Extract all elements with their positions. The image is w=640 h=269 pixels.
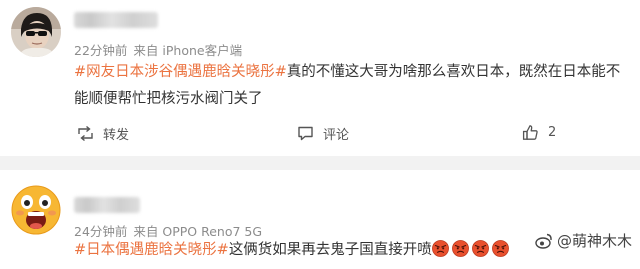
user-avatar[interactable]: [11, 185, 61, 235]
comment-icon: [298, 126, 313, 141]
comment-divider: [0, 156, 640, 170]
comment-label: 评论: [323, 128, 350, 143]
repost-icon: [78, 125, 93, 142]
repost-button[interactable]: 转发: [77, 124, 129, 143]
comment-body: 这俩货如果再去鬼子国直接开喷: [228, 242, 432, 258]
like-button[interactable]: 2: [522, 124, 556, 141]
comment-button[interactable]: 评论: [297, 124, 349, 143]
emoji-group: [431, 240, 512, 258]
person-sunglasses-avatar-icon: [11, 7, 61, 57]
user-avatar[interactable]: [11, 7, 61, 57]
repost-label: 转发: [103, 128, 130, 143]
like-count: 2: [548, 125, 557, 140]
comment-meta: 22分钟前 来自 iPhone客户端: [74, 40, 248, 59]
username-blurred[interactable]: [74, 197, 140, 213]
angry-face-emoji-icon: [491, 240, 509, 257]
comment-card: 22分钟前 来自 iPhone客户端 #网友日本涉谷偶遇鹿晗关晓彤#真的不懂这大哥…: [0, 0, 640, 156]
comment-text: #网友日本涉谷偶遇鹿晗关晓彤#真的不懂这大哥为啥那么喜欢日本，既然在日本能不能顺…: [74, 59, 630, 113]
angry-face-emoji-icon: [451, 240, 469, 257]
angry-face-emoji-icon: [471, 240, 489, 257]
comment-time: 22分钟前: [74, 43, 128, 58]
topic-hashtag-link[interactable]: #网友日本涉谷偶遇鹿晗关晓彤#: [74, 64, 287, 80]
thumbs-up-icon: [522, 125, 538, 140]
comment-text: #日本偶遇鹿晗关晓彤#这俩货如果再去鬼子国直接开喷: [74, 237, 509, 264]
comment-actions: 转发 评论 2: [0, 124, 640, 148]
weibo-logo-icon: [535, 233, 552, 249]
topic-hashtag-link[interactable]: #日本偶遇鹿晗关晓彤#: [74, 242, 229, 258]
watermark-text: @萌神木木: [556, 232, 632, 250]
watermark: @萌神木木: [535, 230, 632, 251]
comment-source: 来自 iPhone客户端: [133, 43, 243, 58]
screaming-emoji-avatar-icon: [11, 185, 61, 235]
angry-face-emoji-icon: [431, 240, 449, 257]
username-blurred[interactable]: [74, 12, 158, 28]
